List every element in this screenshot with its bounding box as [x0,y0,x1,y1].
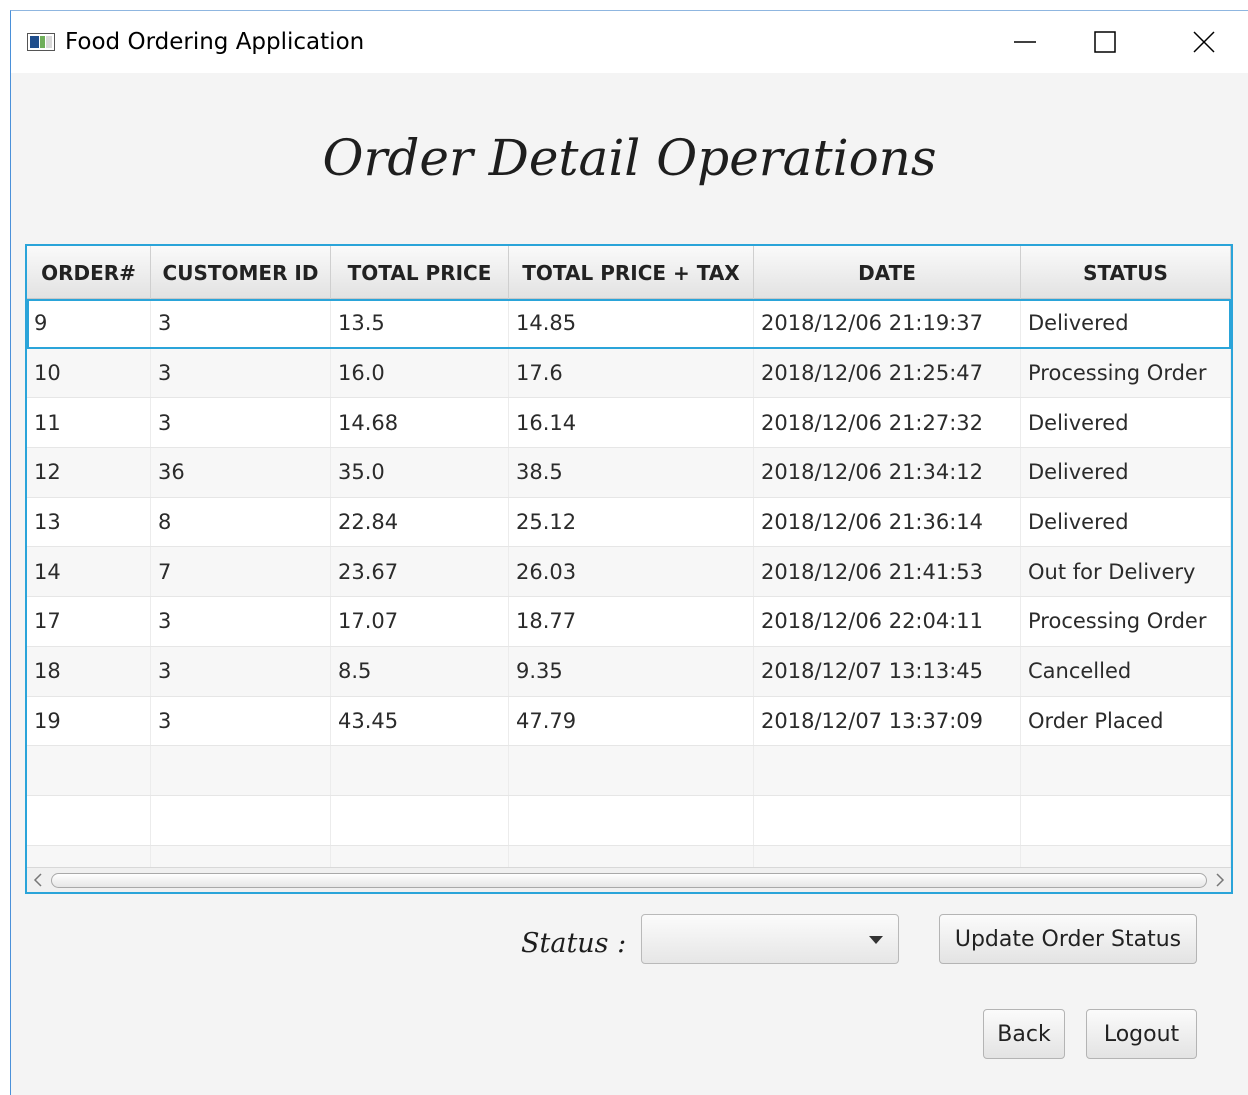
table-row[interactable]: 11 3 14.68 16.14 2018/12/06 21:27:32 Del… [27,398,1231,449]
cell-customer-id: 8 [151,497,331,547]
cell-total-price: 23.67 [331,547,509,597]
cell-date: 2018/12/06 21:36:14 [754,497,1021,547]
cell-customer-id: 3 [151,299,331,348]
cell-total-price: 16.0 [331,348,509,398]
scroll-left-button[interactable] [30,872,46,888]
minimize-button[interactable] [985,19,1065,65]
empty-table-row [27,845,1231,867]
cell-status: Out for Delivery [1021,547,1231,597]
cell-order-number: 11 [27,398,151,448]
empty-table-row [27,795,1231,846]
cell-total-price: 13.5 [331,299,509,348]
minimize-icon [1014,41,1036,43]
cell-customer-id: 3 [151,597,331,646]
cell-customer-id: 3 [151,696,331,746]
cell-order-number: 10 [27,348,151,398]
cell-total-price-tax: 25.12 [509,497,754,547]
table-header: ORDER# CUSTOMER ID TOTAL PRICE TOTAL PRI… [27,246,1231,299]
app-window: Food Ordering Application Order Detail O… [10,10,1248,1095]
cell-date: 2018/12/07 13:37:09 [754,696,1021,746]
chevron-right-icon [1216,873,1225,887]
cell-total-price: 22.84 [331,497,509,547]
status-label: Status : [521,928,627,959]
cell-total-price-tax: 17.6 [509,348,754,398]
cell-total-price-tax: 47.79 [509,696,754,746]
chevron-left-icon [33,873,42,887]
cell-total-price: 8.5 [331,646,509,696]
update-order-status-button[interactable]: Update Order Status [939,914,1197,964]
cell-status: Delivered [1021,398,1231,448]
column-header-total-price-tax[interactable]: TOTAL PRICE + TAX [509,246,754,299]
table-row[interactable]: 12 36 35.0 38.5 2018/12/06 21:34:12 Deli… [27,448,1231,498]
back-button[interactable]: Back [983,1009,1065,1059]
cell-date: 2018/12/06 21:19:37 [754,299,1021,348]
title-bar: Food Ordering Application [11,11,1248,73]
cell-status: Processing Order [1021,348,1231,398]
horizontal-scrollbar[interactable] [27,867,1231,892]
scroll-right-button[interactable] [1212,872,1228,888]
empty-table-row [27,746,1231,796]
cell-order-number: 12 [27,448,151,497]
table-row[interactable]: 17 3 17.07 18.77 2018/12/06 22:04:11 Pro… [27,597,1231,647]
cell-total-price-tax: 26.03 [509,547,754,597]
column-header-status[interactable]: STATUS [1021,246,1231,299]
close-icon [1193,31,1215,53]
cell-order-number: 13 [27,497,151,547]
cell-status: Cancelled [1021,646,1231,696]
scroll-thumb[interactable] [51,873,1207,888]
table-row[interactable]: 13 8 22.84 25.12 2018/12/06 21:36:14 Del… [27,497,1231,548]
cell-total-price-tax: 38.5 [509,448,754,497]
cell-order-number: 19 [27,696,151,746]
cell-order-number: 9 [27,299,151,348]
column-header-order-number[interactable]: ORDER# [27,246,151,299]
page-title: Order Detail Operations [322,129,937,187]
column-header-date[interactable]: DATE [754,246,1021,299]
column-header-total-price[interactable]: TOTAL PRICE [331,246,509,299]
cell-date: 2018/12/06 21:27:32 [754,398,1021,448]
cell-date: 2018/12/06 21:41:53 [754,547,1021,597]
cell-status: Delivered [1021,448,1231,497]
cell-customer-id: 3 [151,646,331,696]
table-row[interactable]: 18 3 8.5 9.35 2018/12/07 13:13:45 Cancel… [27,646,1231,697]
cell-total-price-tax: 14.85 [509,299,754,348]
window-title: Food Ordering Application [65,29,365,55]
cell-total-price: 35.0 [331,448,509,497]
cell-total-price: 14.68 [331,398,509,448]
maximize-button[interactable] [1065,19,1145,65]
status-dropdown[interactable] [641,914,899,964]
close-button[interactable] [1164,19,1244,65]
cell-status: Processing Order [1021,597,1231,646]
cell-total-price-tax: 9.35 [509,646,754,696]
table-row[interactable]: 9 3 13.5 14.85 2018/12/06 21:19:37 Deliv… [27,299,1231,349]
cell-status: Delivered [1021,299,1231,348]
table-row[interactable]: 10 3 16.0 17.6 2018/12/06 21:25:47 Proce… [27,348,1231,399]
cell-order-number: 18 [27,646,151,696]
cell-customer-id: 3 [151,348,331,398]
maximize-icon [1094,31,1116,53]
cell-total-price: 43.45 [331,696,509,746]
orders-table[interactable]: ORDER# CUSTOMER ID TOTAL PRICE TOTAL PRI… [25,244,1233,894]
cell-status: Delivered [1021,497,1231,547]
cell-total-price: 17.07 [331,597,509,646]
cell-customer-id: 7 [151,547,331,597]
cell-total-price-tax: 18.77 [509,597,754,646]
app-window-icon [27,33,55,51]
table-row[interactable]: 19 3 43.45 47.79 2018/12/07 13:37:09 Ord… [27,696,1231,747]
cell-order-number: 17 [27,597,151,646]
cell-order-number: 14 [27,547,151,597]
cell-status: Order Placed [1021,696,1231,746]
table-body: 9 3 13.5 14.85 2018/12/06 21:19:37 Deliv… [27,299,1231,867]
cell-customer-id: 36 [151,448,331,497]
cell-date: 2018/12/06 22:04:11 [754,597,1021,646]
table-row[interactable]: 14 7 23.67 26.03 2018/12/06 21:41:53 Out… [27,547,1231,598]
cell-date: 2018/12/06 21:34:12 [754,448,1021,497]
column-header-customer-id[interactable]: CUSTOMER ID [151,246,331,299]
cell-total-price-tax: 16.14 [509,398,754,448]
cell-date: 2018/12/07 13:13:45 [754,646,1021,696]
cell-customer-id: 3 [151,398,331,448]
cell-date: 2018/12/06 21:25:47 [754,348,1021,398]
logout-button[interactable]: Logout [1086,1009,1197,1059]
chevron-down-icon [869,936,883,944]
